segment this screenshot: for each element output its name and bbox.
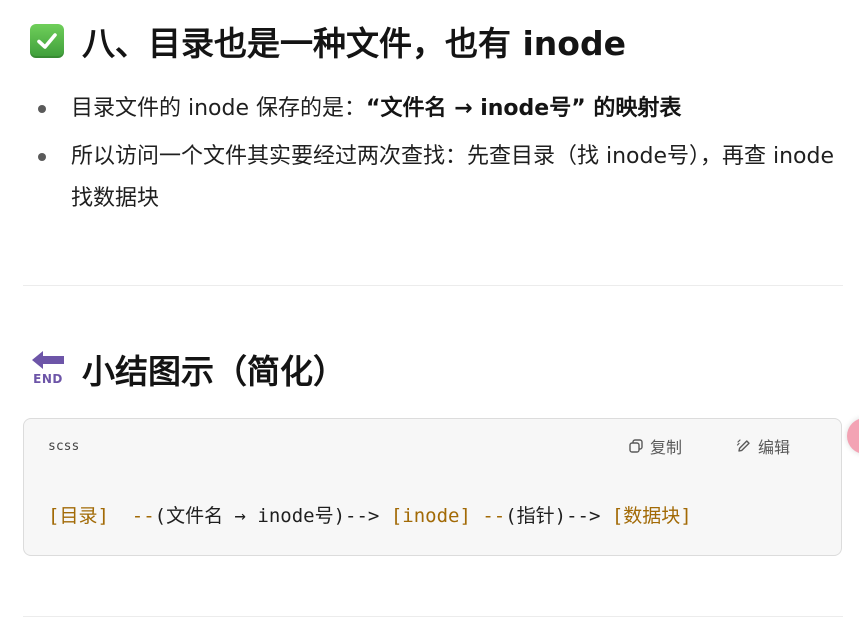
list-item-bold-text: “文件名 → inode号” 的映射表 [366, 96, 682, 121]
section-heading-directory-inode: 八、目录也是一种文件，也有 inode [30, 17, 626, 65]
section-title: 八、目录也是一种文件，也有 inode [82, 24, 626, 63]
code-block: scss 复制 编辑 [目录] --(文件名 → inode号)--> [ino… [23, 418, 842, 556]
code-token-text: (指针)--> [505, 505, 601, 527]
code-token-selector: [inode] [379, 505, 471, 527]
code-line: [目录] --(文件名 → inode号)--> [inode] --(指针)-… [48, 501, 692, 528]
section-divider [23, 616, 843, 617]
copy-button[interactable]: 复制 [628, 434, 682, 458]
copy-icon [629, 439, 643, 453]
end-icon-label: END [33, 372, 63, 386]
section-divider [23, 285, 843, 286]
edit-button[interactable]: 编辑 [736, 434, 790, 458]
check-mark-button-icon [30, 24, 64, 58]
code-language-label: scss [48, 439, 80, 454]
bullet-list: 目录文件的 inode 保存的是：“文件名 → inode号” 的映射表 所以访… [36, 88, 848, 220]
end-arrow-icon: END [30, 349, 66, 389]
section-heading-summary-diagram: END 小结图示（简化） [30, 345, 346, 393]
list-item: 目录文件的 inode 保存的是：“文件名 → inode号” 的映射表 [36, 88, 848, 130]
list-item: 所以访问一个文件其实要经过两次查找：先查目录（找 inode号），再查 inod… [36, 136, 848, 220]
copy-button-label: 复制 [650, 438, 683, 457]
code-token-operator: -- [470, 505, 506, 527]
list-item-text: 所以访问一个文件其实要经过两次查找：先查目录（找 inode号），再查 inod… [71, 144, 835, 211]
bullet-dot [38, 105, 46, 113]
code-token-operator: -- [108, 505, 155, 527]
code-token-selector: [目录] [48, 505, 109, 527]
floating-side-button[interactable] [847, 418, 859, 454]
edit-pencil-icon [736, 439, 750, 452]
edit-button-label: 编辑 [758, 438, 791, 457]
section-title: 小结图示（简化） [82, 352, 346, 391]
code-token-text: (文件名 → inode号)--> [154, 505, 380, 527]
code-token-selector: [数据块] [600, 505, 692, 527]
list-item-text: 目录文件的 inode 保存的是： [71, 96, 367, 121]
bullet-dot [38, 153, 46, 161]
